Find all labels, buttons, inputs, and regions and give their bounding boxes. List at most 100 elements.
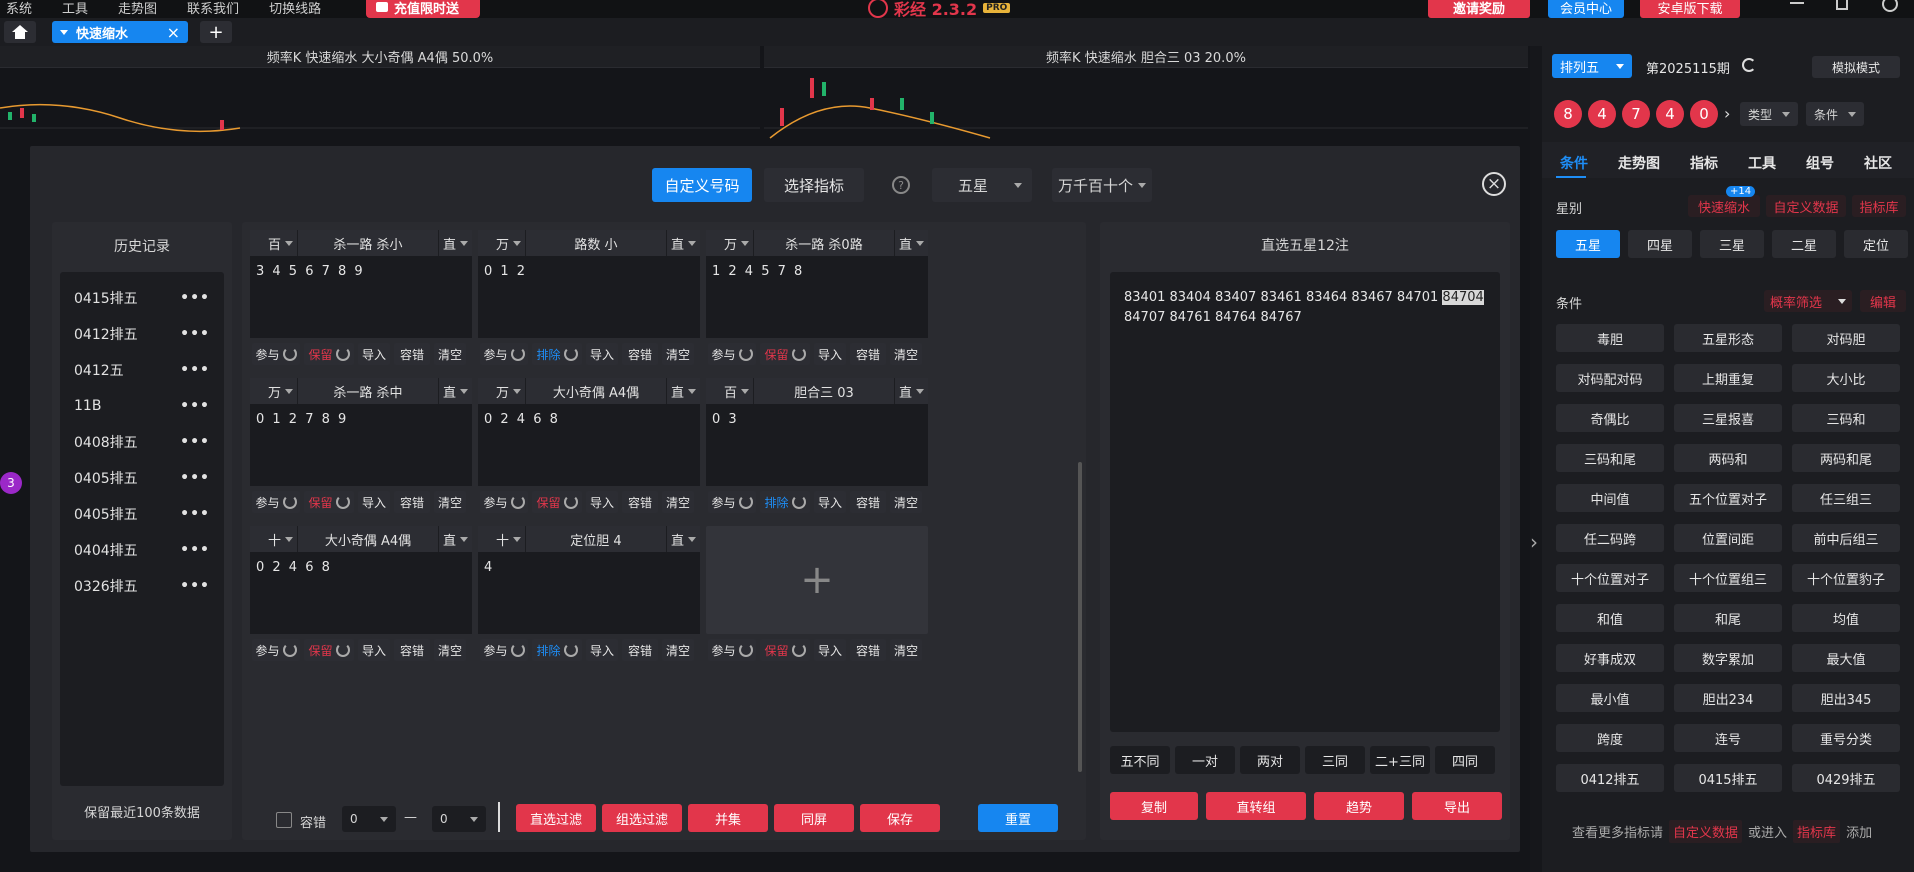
- mode-select[interactable]: 直: [438, 526, 472, 552]
- home-button[interactable]: [4, 21, 36, 43]
- cell-name[interactable]: 杀一路 杀小: [298, 234, 438, 253]
- history-item[interactable]: 0408排五 •••: [60, 424, 224, 460]
- condition-item[interactable]: 胆出234: [1674, 684, 1782, 712]
- tolerance-button[interactable]: 容错: [850, 491, 886, 513]
- help-icon[interactable]: ?: [892, 176, 910, 194]
- cell-numbers[interactable]: 3 4 5 6 7 8 9: [250, 256, 472, 338]
- star-two[interactable]: 二星: [1772, 230, 1836, 258]
- reset-button[interactable]: 重置: [978, 804, 1058, 832]
- history-item[interactable]: 0415排五 •••: [60, 280, 224, 316]
- join-button[interactable]: 参与: [252, 491, 300, 513]
- mode-select[interactable]: 直: [894, 230, 928, 256]
- more-icon[interactable]: •••: [180, 506, 210, 522]
- condition-item[interactable]: 好事成双: [1556, 644, 1664, 672]
- android-download-button[interactable]: 安卓版下载: [1640, 0, 1740, 18]
- refresh-icon[interactable]: [563, 643, 578, 657]
- condition-item[interactable]: 对码胆: [1792, 324, 1900, 352]
- tolerance-button[interactable]: 容错: [622, 639, 658, 661]
- more-icon[interactable]: •••: [180, 542, 210, 558]
- history-item[interactable]: 0405排五 •••: [60, 460, 224, 496]
- clear-button[interactable]: 清空: [434, 639, 466, 661]
- join-button[interactable]: 参与: [480, 343, 528, 365]
- cell-name[interactable]: 大小奇偶 A4偶: [298, 530, 438, 549]
- clear-button[interactable]: 清空: [434, 491, 466, 513]
- refresh-icon[interactable]: [335, 347, 350, 361]
- keep-toggle[interactable]: 保留: [304, 491, 354, 513]
- refresh-icon[interactable]: [510, 347, 525, 361]
- footer-indicator-lib-link[interactable]: 指标库: [1793, 820, 1841, 843]
- join-button[interactable]: 参与: [480, 639, 528, 661]
- cell-numbers[interactable]: 0 3: [706, 404, 928, 486]
- refresh-icon[interactable]: [791, 347, 806, 361]
- position-select[interactable]: 万: [250, 378, 298, 404]
- clear-button[interactable]: 清空: [662, 343, 694, 365]
- close-modal-icon[interactable]: ×: [1482, 172, 1506, 196]
- close-tab-icon[interactable]: ×: [167, 23, 180, 42]
- cell-name[interactable]: 大小奇偶 A4偶: [526, 382, 666, 401]
- condition-item[interactable]: 中间值: [1556, 484, 1664, 512]
- keep-toggle[interactable]: 排除: [532, 639, 582, 661]
- cell-name[interactable]: 杀一路 杀0路: [754, 234, 894, 253]
- condition-item[interactable]: 0412排五: [1556, 764, 1664, 792]
- condition-item[interactable]: 最小值: [1556, 684, 1664, 712]
- join-button[interactable]: 参与: [252, 343, 300, 365]
- tolerance-button[interactable]: 容错: [850, 639, 886, 661]
- expand-chevron-icon[interactable]: ›: [1530, 530, 1538, 554]
- tab-custom-number[interactable]: 自定义号码: [652, 168, 752, 202]
- tolerance-checkbox[interactable]: [276, 812, 292, 828]
- clear-button[interactable]: 清空: [662, 491, 694, 513]
- copy-button[interactable]: 复制: [1110, 792, 1198, 820]
- import-button[interactable]: 导入: [586, 639, 618, 661]
- condition-item[interactable]: 和值: [1556, 604, 1664, 632]
- join-button[interactable]: 参与: [708, 639, 756, 661]
- condition-item[interactable]: 胆出345: [1792, 684, 1900, 712]
- condition-item[interactable]: 三码和尾: [1556, 444, 1664, 472]
- refresh-icon[interactable]: [335, 643, 350, 657]
- keep-toggle[interactable]: 保留: [532, 491, 582, 513]
- minimize-icon[interactable]: [1790, 2, 1804, 4]
- tolerance-button[interactable]: 容错: [622, 343, 658, 365]
- more-icon[interactable]: •••: [180, 290, 210, 306]
- convert-group-button[interactable]: 直转组: [1206, 792, 1306, 820]
- star-four[interactable]: 四星: [1628, 230, 1692, 258]
- history-item[interactable]: 0412五 •••: [60, 352, 224, 388]
- tab-tools[interactable]: 工具: [1748, 153, 1776, 173]
- cell-numbers[interactable]: 0 2 4 6 8: [250, 552, 472, 634]
- mode-select[interactable]: 直: [438, 378, 472, 404]
- trend-button[interactable]: 趋势: [1314, 792, 1404, 820]
- cells-scrollbar[interactable]: [1078, 462, 1082, 772]
- more-icon[interactable]: •••: [180, 434, 210, 450]
- star-three[interactable]: 三星: [1700, 230, 1764, 258]
- tolerance-to-select[interactable]: 0: [432, 806, 486, 832]
- refresh-icon[interactable]: [563, 347, 578, 361]
- condition-item[interactable]: 十个位置组三: [1674, 564, 1782, 592]
- position-select[interactable]: 万: [706, 230, 754, 256]
- condition-item[interactable]: 十个位置对子: [1556, 564, 1664, 592]
- cell-name[interactable]: 胆合三 03: [754, 382, 894, 401]
- position-select[interactable]: 十: [250, 526, 298, 552]
- tab-select-indicator[interactable]: 选择指标: [764, 168, 864, 202]
- position-select[interactable]: 百: [250, 230, 298, 256]
- condition-item[interactable]: 对码配对码: [1556, 364, 1664, 392]
- import-button[interactable]: 导入: [586, 343, 618, 365]
- keep-toggle[interactable]: 保留: [760, 639, 810, 661]
- condition-item[interactable]: 两码和: [1674, 444, 1782, 472]
- position-select[interactable]: 万千百十个: [1052, 168, 1152, 202]
- indicator-lib-button[interactable]: 指标库: [1852, 195, 1906, 217]
- member-center-button[interactable]: 会员中心: [1548, 0, 1624, 18]
- group-filter-button[interactable]: 组选过滤: [602, 804, 682, 832]
- clear-button[interactable]: 清空: [890, 639, 922, 661]
- result-filter-button[interactable]: 三同: [1305, 746, 1365, 774]
- promo-button[interactable]: 充值限时送: [366, 0, 480, 18]
- chevron-right-icon[interactable]: ›: [1724, 104, 1730, 123]
- star-position[interactable]: 定位: [1844, 230, 1908, 258]
- footer-custom-data-link[interactable]: 自定义数据: [1669, 820, 1743, 843]
- keep-toggle[interactable]: 排除: [760, 491, 810, 513]
- cell-numbers[interactable]: 0 1 2 7 8 9: [250, 404, 472, 486]
- union-button[interactable]: 并集: [688, 804, 768, 832]
- cell-numbers[interactable]: 1 2 4 5 7 8: [706, 256, 928, 338]
- condition-item[interactable]: 数字累加: [1674, 644, 1782, 672]
- clear-button[interactable]: 清空: [890, 343, 922, 365]
- position-select[interactable]: 百: [706, 378, 754, 404]
- tolerance-button[interactable]: 容错: [850, 343, 886, 365]
